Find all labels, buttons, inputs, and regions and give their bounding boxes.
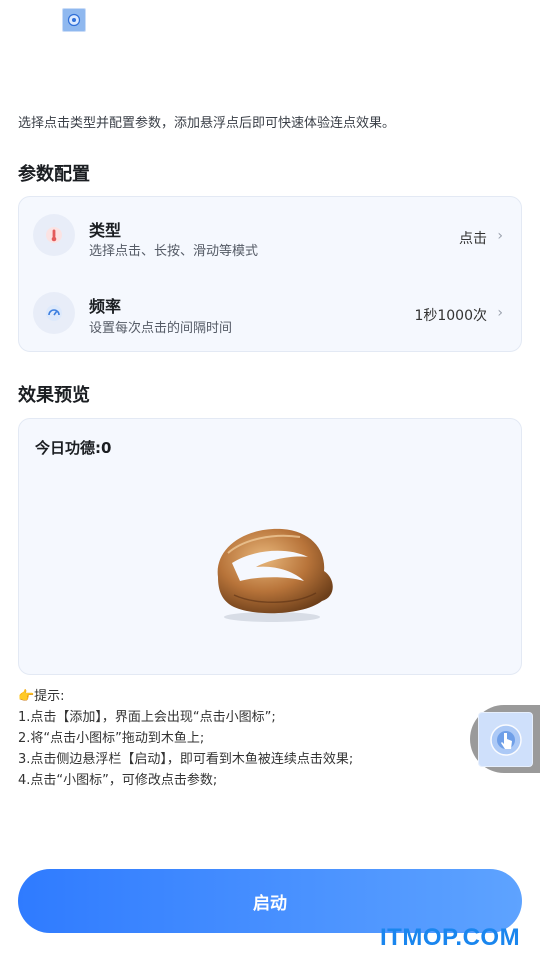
- floating-widget[interactable]: [470, 705, 540, 773]
- speedometer-icon: [33, 292, 75, 334]
- tips-section: 👉提示: 1.点击【添加】，界面上会出现“点击小图标”; 2.将“点击小图标”拖…: [18, 686, 353, 791]
- frequency-value: 1秒1000次: [414, 308, 487, 324]
- type-title: 类型: [89, 221, 122, 240]
- tip-item: 4.点击“小图标”，可修改点击参数;: [18, 773, 218, 788]
- type-value: 点击: [459, 231, 487, 247]
- preview-section-title: 效果预览: [18, 385, 90, 406]
- app-logo-icon: [62, 8, 86, 32]
- config-card: 类型 选择点击、长按、滑动等模式 点击 › 频率 设置每次点击的间隔时间 1秒1…: [18, 196, 522, 352]
- config-section-title: 参数配置: [18, 164, 90, 185]
- frequency-title: 频率: [89, 297, 122, 316]
- tap-target-icon[interactable]: [478, 712, 533, 767]
- tip-item: 3.点击侧边悬浮栏【启动】，即可看到木鱼被连续点击效果;: [18, 752, 354, 767]
- chevron-right-icon: ›: [497, 228, 503, 244]
- wooden-fish-image[interactable]: [204, 519, 344, 629]
- frequency-subtitle: 设置每次点击的间隔时间: [89, 321, 233, 336]
- chevron-right-icon: ›: [497, 305, 503, 321]
- tip-item: 2.将“点击小图标”拖动到木鱼上;: [18, 731, 205, 746]
- preview-card: 今日功德:0: [18, 418, 522, 675]
- type-subtitle: 选择点击、长按、滑动等模式: [89, 244, 259, 259]
- watermark: ITMOP.COM: [380, 924, 521, 951]
- type-setting-row[interactable]: 类型 选择点击、长按、滑动等模式 点击 ›: [19, 201, 521, 271]
- tips-header: 👉提示:: [18, 689, 65, 704]
- merit-counter: 今日功德:0: [35, 439, 112, 457]
- frequency-setting-row[interactable]: 频率 设置每次点击的间隔时间 1秒1000次 ›: [19, 279, 521, 349]
- tap-icon: [33, 214, 75, 256]
- intro-text: 选择点击类型并配置参数，添加悬浮点后即可快速体验连点效果。: [18, 116, 396, 131]
- tip-item: 1.点击【添加】，界面上会出现“点击小图标”;: [18, 710, 276, 725]
